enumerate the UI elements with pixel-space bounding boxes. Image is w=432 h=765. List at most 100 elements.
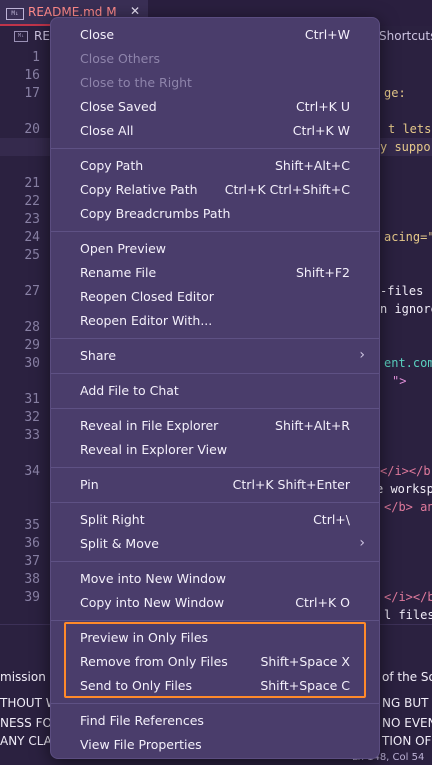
menu-item-label: Share [80,348,117,363]
menu-item-shortcut: Ctrl+K U [295,99,350,114]
license-text-left: mission n [0,670,58,684]
code-fragment: "> [392,374,407,388]
code-fragment: -files [380,284,424,298]
menu-separator [51,231,379,232]
menu-item-shortcut: Shift+F2 [295,265,350,280]
menu-item-add-file-to-chat[interactable]: Add File to Chat [51,379,379,403]
chevron-right-icon: › [359,535,365,551]
code-fragment: ge: [384,86,406,100]
chevron-right-icon: › [359,347,365,363]
line-number: 20 [24,122,40,137]
menu-separator [51,408,379,409]
menu-item-reopen-closed-editor[interactable]: Reopen Closed Editor [51,285,379,309]
menu-item-open-preview[interactable]: Open Preview [51,237,379,261]
menu-item-close-others[interactable]: Close Others [51,47,379,71]
menu-item-copy-path[interactable]: Copy Path Shift+Alt+C [51,154,379,178]
menu-item-label: Copy Path [80,158,144,173]
line-number: 24 [24,230,40,245]
menu-item-shortcut: Shift+Alt+C [274,158,350,173]
menu-item-label: Close Saved [80,99,157,114]
menu-item-move-into-new-window[interactable]: Move into New Window [51,567,379,591]
menu-separator [51,338,379,339]
menu-item-label: Find File References [80,713,204,728]
menu-item-rename-file[interactable]: Rename File Shift+F2 [51,261,379,285]
menu-separator [51,148,379,149]
line-number: 22 [24,194,40,209]
code-fragment: y suppo [380,140,431,154]
menu-item-shortcut: Shift+Alt+R [275,418,350,433]
code-fragment: </i></b [384,590,432,604]
menu-item-label: Add File to Chat [80,383,179,398]
line-number: 21 [24,176,40,191]
markdown-icon: M↓ [6,8,24,20]
license-text-left: THOUT W [0,696,58,710]
menu-item-split-move[interactable]: Split & Move › [51,532,379,556]
menu-item-reveal-in-explorer-view[interactable]: Reveal in Explorer View [51,438,379,462]
menu-item-shortcut: Ctrl+\ [313,512,350,527]
menu-item-shortcut: Ctrl+K Shift+Enter [232,477,350,492]
license-text-right: TION OF [382,734,432,748]
breadcrumb-item[interactable]: RE [34,29,50,43]
line-number: 34 [24,464,40,479]
menu-item-label: Reveal in File Explorer [80,418,219,433]
menu-separator [51,620,379,621]
line-number: 31 [24,392,40,407]
menu-item-find-file-references[interactable]: Find File References [51,709,379,733]
menu-item-shortcut: Ctrl+K W [292,123,350,138]
menu-item-label: Rename File [80,265,157,280]
menu-item-close-all[interactable]: Close All Ctrl+K W [51,119,379,143]
code-fragment: acing="0 [384,230,432,244]
license-text-left: ANY CLA [0,734,52,748]
menu-item-label: Move into New Window [80,571,226,586]
menu-item-label: Reveal in Explorer View [80,442,228,457]
line-number: 38 [24,572,40,587]
close-icon[interactable]: ✕ [130,4,140,18]
line-number: 37 [24,554,40,569]
menu-item-label: Copy into New Window [80,595,225,610]
license-text-right: of the So [382,670,432,684]
line-number: 39 [24,590,40,605]
menu-separator [51,703,379,704]
menu-item-split-right[interactable]: Split Right Ctrl+\ [51,508,379,532]
menu-separator [51,561,379,562]
line-number: 17 [24,86,40,101]
menu-item-label: Split & Move [80,536,159,551]
menu-item-label: Close to the Right [80,75,192,90]
annotation-highlight-box [64,622,366,698]
menu-item-copy-breadcrumbs-path[interactable]: Copy Breadcrumbs Path [51,202,379,226]
code-fragment: e worksp [376,482,432,496]
code-fragment: l files [384,608,432,622]
menu-item-view-file-properties[interactable]: View File Properties [51,733,379,757]
line-number: 25 [24,248,40,263]
breadcrumb-item[interactable]: Shortcuts [379,29,432,43]
menu-item-label: Split Right [80,512,145,527]
menu-item-share[interactable]: Share › [51,344,379,368]
menu-item-close-saved[interactable]: Close Saved Ctrl+K U [51,95,379,119]
line-number: 30 [24,356,40,371]
license-text-right: NG BUT N [382,696,432,710]
menu-item-label: Reopen Editor With... [80,313,213,328]
menu-item-label: Close All [80,123,134,138]
menu-separator [51,502,379,503]
menu-item-copy-relative-path[interactable]: Copy Relative Path Ctrl+K Ctrl+Shift+C [51,178,379,202]
menu-item-reveal-in-file-explorer[interactable]: Reveal in File Explorer Shift+Alt+R [51,414,379,438]
license-text-right: NO EVEN [382,716,432,730]
menu-item-close[interactable]: Close Ctrl+W [51,23,379,47]
line-number: 23 [24,212,40,227]
code-fragment: n ignore [380,302,432,316]
menu-separator [51,467,379,468]
menu-item-copy-into-new-window[interactable]: Copy into New Window Ctrl+K O [51,591,379,615]
line-number: 33 [24,428,40,443]
line-number: 28 [24,320,40,335]
line-number: 1 [32,50,40,65]
menu-item-label: Copy Relative Path [80,182,198,197]
line-number: 32 [24,410,40,425]
menu-item-reopen-editor-with[interactable]: Reopen Editor With... [51,309,379,333]
line-number: 29 [24,338,40,353]
code-fragment: </i></b [380,464,431,478]
line-number: 35 [24,518,40,533]
line-number: 16 [24,68,40,83]
menu-item-pin[interactable]: Pin Ctrl+K Shift+Enter [51,473,379,497]
line-number: 27 [24,284,40,299]
menu-item-close-to-the-right[interactable]: Close to the Right [51,71,379,95]
